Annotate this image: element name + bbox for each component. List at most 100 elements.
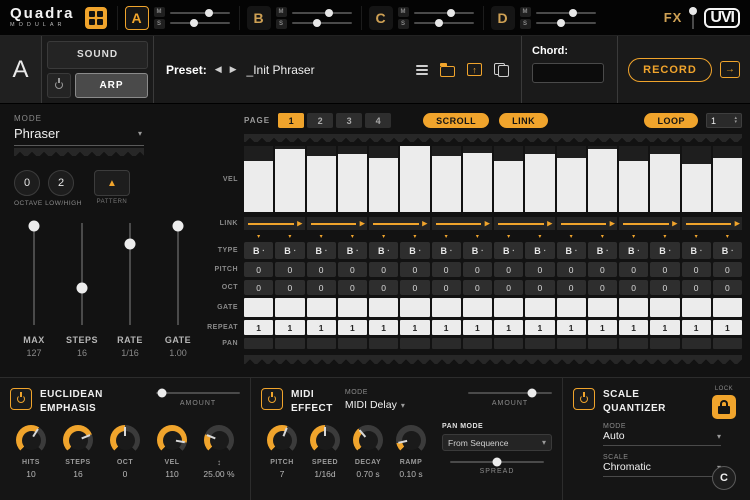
link-step[interactable]: ▶ bbox=[619, 217, 680, 230]
oct-step[interactable]: 0 bbox=[557, 280, 586, 295]
vel-step[interactable] bbox=[338, 146, 367, 212]
type-step[interactable]: B▪ bbox=[557, 242, 586, 259]
channel-a-slider-2[interactable] bbox=[170, 22, 230, 24]
repeat-step[interactable]: 1 bbox=[494, 320, 523, 335]
gate-step[interactable] bbox=[432, 298, 461, 317]
type-marker-icon[interactable]: ▾ bbox=[275, 234, 304, 241]
pitch-step[interactable]: 0 bbox=[369, 262, 398, 277]
page-button-3[interactable]: 3 bbox=[336, 113, 362, 128]
midi-effect-power-button[interactable] bbox=[261, 388, 283, 410]
pitch-step[interactable]: 0 bbox=[307, 262, 336, 277]
link-button[interactable]: LINK bbox=[499, 113, 548, 128]
type-marker-icon[interactable]: ▾ bbox=[494, 234, 523, 241]
preset-list-icon[interactable] bbox=[416, 65, 428, 75]
type-step[interactable]: B▪ bbox=[619, 242, 648, 259]
pitch-step[interactable]: 0 bbox=[619, 262, 648, 277]
vel-step[interactable] bbox=[682, 146, 711, 212]
type-step[interactable]: B▪ bbox=[713, 242, 742, 259]
oct-step[interactable]: 0 bbox=[619, 280, 648, 295]
link-step[interactable]: ▶ bbox=[494, 217, 555, 230]
channel-a-mute-button[interactable]: M bbox=[154, 7, 165, 17]
channel-a-button[interactable]: A bbox=[125, 6, 149, 30]
pan-step[interactable] bbox=[275, 338, 304, 349]
vel-step[interactable] bbox=[244, 146, 273, 212]
pitch-step[interactable]: 0 bbox=[650, 262, 679, 277]
channel-d-slider-1[interactable] bbox=[536, 12, 596, 14]
type-step[interactable]: B▪ bbox=[369, 242, 398, 259]
type-step[interactable]: B▪ bbox=[650, 242, 679, 259]
arp-power-button[interactable] bbox=[47, 73, 71, 99]
pattern-direction-button[interactable]: ▲ bbox=[94, 170, 130, 196]
vel-step[interactable] bbox=[557, 146, 586, 212]
oct-step[interactable]: 0 bbox=[338, 280, 367, 295]
pitch-step[interactable]: 0 bbox=[588, 262, 617, 277]
tab-arp[interactable]: ARP bbox=[75, 73, 148, 99]
knob-oct[interactable]: OCT0 bbox=[104, 425, 146, 479]
repeat-step[interactable]: 1 bbox=[244, 320, 273, 335]
loop-button[interactable]: LOOP bbox=[644, 113, 698, 128]
channel-c[interactable]: C M S bbox=[361, 6, 481, 30]
knob-speed[interactable]: SPEED1/16d bbox=[304, 425, 346, 479]
type-step[interactable]: B▪ bbox=[494, 242, 523, 259]
repeat-step[interactable]: 1 bbox=[432, 320, 461, 335]
gate-step[interactable] bbox=[463, 298, 492, 317]
pitch-step[interactable]: 0 bbox=[463, 262, 492, 277]
oct-step[interactable]: 0 bbox=[369, 280, 398, 295]
slider-track[interactable] bbox=[172, 223, 184, 325]
pan-step[interactable] bbox=[682, 338, 711, 349]
preset-next-icon[interactable]: ▶ bbox=[230, 64, 237, 75]
link-step[interactable]: ▶ bbox=[244, 217, 305, 230]
oct-step[interactable]: 0 bbox=[463, 280, 492, 295]
layout-grid-icon[interactable] bbox=[85, 7, 107, 29]
oct-step[interactable]: 0 bbox=[650, 280, 679, 295]
knob-vel[interactable]: VEL110 bbox=[151, 425, 193, 479]
stepper-arrows-icon[interactable]: ▴▾ bbox=[734, 117, 737, 124]
slider-track[interactable] bbox=[28, 223, 40, 325]
type-marker-icon[interactable]: ▾ bbox=[682, 234, 711, 241]
oct-step[interactable]: 0 bbox=[432, 280, 461, 295]
pitch-step[interactable]: 0 bbox=[338, 262, 367, 277]
type-marker-icon[interactable]: ▾ bbox=[619, 234, 648, 241]
octave-high-knob[interactable]: 2 bbox=[48, 170, 74, 196]
type-step[interactable]: B▪ bbox=[682, 242, 711, 259]
type-marker-icon[interactable]: ▾ bbox=[650, 234, 679, 241]
oct-step[interactable]: 0 bbox=[713, 280, 742, 295]
link-step[interactable]: ▶ bbox=[682, 217, 743, 230]
channel-c-solo-button[interactable]: S bbox=[398, 19, 409, 29]
channel-b[interactable]: B M S bbox=[239, 6, 359, 30]
vel-step[interactable] bbox=[463, 146, 492, 212]
fx-tab[interactable]: FX bbox=[664, 10, 683, 25]
vel-step[interactable] bbox=[369, 146, 398, 212]
octave-low-knob[interactable]: 0 bbox=[14, 170, 40, 196]
spread-slider[interactable] bbox=[450, 461, 544, 463]
type-marker-icon[interactable]: ▾ bbox=[557, 234, 586, 241]
chord-input[interactable] bbox=[532, 63, 604, 83]
pitch-step[interactable]: 0 bbox=[400, 262, 429, 277]
oct-step[interactable]: 0 bbox=[307, 280, 336, 295]
type-marker-icon[interactable]: ▾ bbox=[432, 234, 461, 241]
channel-b-button[interactable]: B bbox=[247, 6, 271, 30]
oct-step[interactable]: 0 bbox=[682, 280, 711, 295]
type-step[interactable]: B▪ bbox=[338, 242, 367, 259]
tab-sound[interactable]: SOUND bbox=[47, 41, 148, 69]
repeat-step[interactable]: 1 bbox=[588, 320, 617, 335]
repeat-step[interactable]: 1 bbox=[463, 320, 492, 335]
type-step[interactable]: B▪ bbox=[432, 242, 461, 259]
repeat-step[interactable]: 1 bbox=[713, 320, 742, 335]
pan-step[interactable] bbox=[588, 338, 617, 349]
channel-d[interactable]: D M S bbox=[483, 6, 603, 30]
link-step[interactable]: ▶ bbox=[432, 217, 493, 230]
vel-step[interactable] bbox=[275, 146, 304, 212]
type-marker-icon[interactable]: ▾ bbox=[463, 234, 492, 241]
type-marker-icon[interactable]: ▾ bbox=[400, 234, 429, 241]
pitch-step[interactable]: 0 bbox=[275, 262, 304, 277]
preset-name[interactable]: _Init Phraser bbox=[247, 63, 315, 77]
root-note-button[interactable]: C bbox=[712, 466, 736, 490]
gate-step[interactable] bbox=[494, 298, 523, 317]
channel-a[interactable]: A M S bbox=[117, 6, 237, 30]
arp-mode-select[interactable]: Phraser ▾ bbox=[14, 123, 144, 146]
pan-step[interactable] bbox=[557, 338, 586, 349]
vel-step[interactable] bbox=[400, 146, 429, 212]
channel-b-solo-button[interactable]: S bbox=[276, 19, 287, 29]
pan-step[interactable] bbox=[338, 338, 367, 349]
